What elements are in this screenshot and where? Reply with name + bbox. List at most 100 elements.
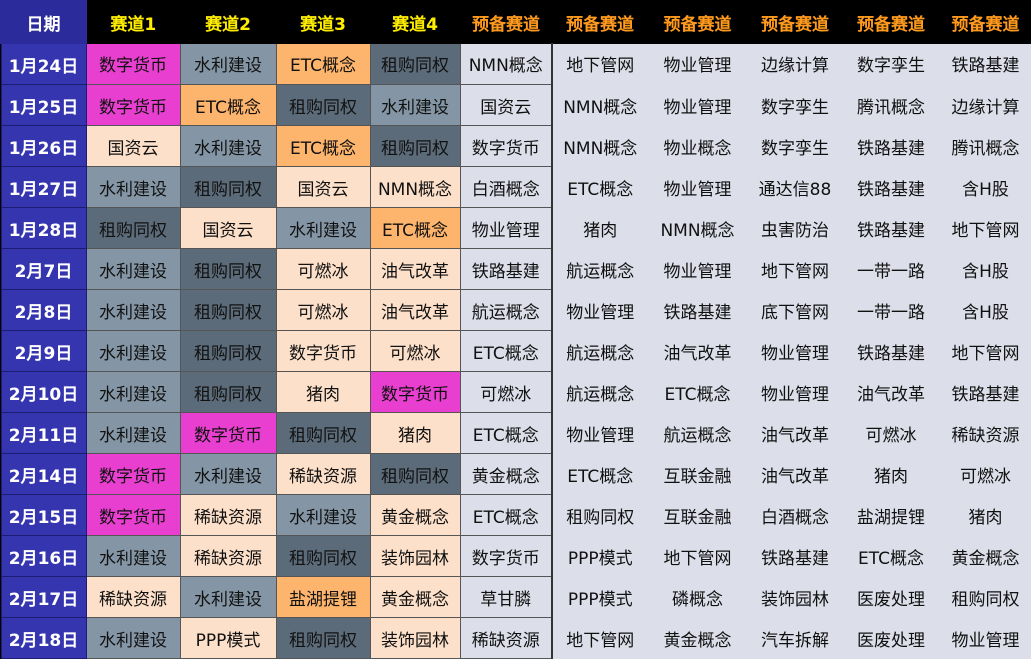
date-cell: 2月14日 bbox=[0, 453, 87, 495]
lane-cell: 国资云 bbox=[179, 207, 277, 249]
lane-cell: 水利建设 bbox=[85, 371, 181, 413]
reserve-cell: 油气改革 bbox=[842, 371, 940, 413]
lane-cell: 数字货币 bbox=[179, 412, 277, 454]
reserve-cell: 互联金融 bbox=[647, 494, 748, 536]
lane-cell: 国资云 bbox=[459, 84, 553, 126]
lane-cell: 物业管理 bbox=[459, 207, 553, 249]
reserve-cell: 含H股 bbox=[938, 248, 1031, 290]
lane-cell: 装饰园林 bbox=[369, 617, 461, 659]
reserve-cell: 航运概念 bbox=[551, 371, 649, 413]
lane-cell: 水利建设 bbox=[179, 576, 277, 618]
lane-cell: ETC概念 bbox=[275, 42, 371, 85]
reserve-cell: 医废处理 bbox=[842, 617, 940, 659]
date-cell: 2月18日 bbox=[0, 617, 87, 659]
lane-cell: 黄金概念 bbox=[369, 494, 461, 536]
reserve-cell: 物业管理 bbox=[647, 248, 748, 290]
reserve-cell: 地下管网 bbox=[746, 248, 844, 290]
lane-cell: 稀缺资源 bbox=[179, 494, 277, 536]
reserve-cell: 腾讯概念 bbox=[938, 125, 1031, 167]
lane-cell: 黄金概念 bbox=[369, 576, 461, 618]
lane-cell: 租购同权 bbox=[179, 166, 277, 208]
lane-cell: 租购同权 bbox=[179, 330, 277, 372]
lane-cell: 数字货币 bbox=[85, 494, 181, 536]
reserve-cell: 盐湖提锂 bbox=[842, 494, 940, 536]
reserve-cell: ETC概念 bbox=[551, 166, 649, 208]
date-cell: 2月8日 bbox=[0, 289, 87, 331]
lane-cell: 数字货币 bbox=[85, 84, 181, 126]
reserve-cell: 地下管网 bbox=[938, 330, 1031, 372]
lane-cell: 稀缺资源 bbox=[275, 453, 371, 495]
date-cell: 2月9日 bbox=[0, 330, 87, 372]
lane-cell: 租购同权 bbox=[85, 207, 181, 249]
reserve-cell: 含H股 bbox=[938, 289, 1031, 331]
lane-cell: 水利建设 bbox=[179, 42, 277, 85]
lane-cell: 铁路基建 bbox=[459, 248, 553, 290]
lane-cell: NMN概念 bbox=[459, 42, 553, 85]
reserve-cell: 油气改革 bbox=[746, 412, 844, 454]
lane-cell: 国资云 bbox=[275, 166, 371, 208]
lane-cell: 租购同权 bbox=[369, 453, 461, 495]
reserve-cell: 可燃冰 bbox=[842, 412, 940, 454]
reserve-cell: 边缘计算 bbox=[746, 42, 844, 85]
table-row: 2月16日 水利建设 稀缺资源 租购同权 装饰园林 数字货币 PPP模式 地下管网 铁路基建 ET… bbox=[0, 535, 1031, 577]
reserve-cell: PPP模式 bbox=[551, 576, 649, 618]
reserve-cell: 一带一路 bbox=[842, 248, 940, 290]
lane-cell: 租购同权 bbox=[275, 412, 371, 454]
reserve-cell: 一带一路 bbox=[842, 289, 940, 331]
lane-cell: 水利建设 bbox=[85, 248, 181, 290]
header-reserve-1: 预备赛道 bbox=[459, 0, 553, 44]
sector-rotation-table: 日期 赛道1 赛道2 赛道3 赛道4 预备赛道 预备赛道 预备赛道 预备赛道 预备赛道 预备赛道 1… bbox=[0, 0, 1031, 659]
header-reserve-5: 预备赛道 bbox=[842, 0, 940, 44]
lane-cell: 数字货币 bbox=[85, 453, 181, 495]
lane-cell: 租购同权 bbox=[275, 84, 371, 126]
date-cell: 1月26日 bbox=[0, 125, 87, 167]
lane-cell: 航运概念 bbox=[459, 289, 553, 331]
reserve-cell: 装饰园林 bbox=[746, 576, 844, 618]
lane-cell: 数字货币 bbox=[85, 42, 181, 85]
table-row: 2月17日 稀缺资源 水利建设 盐湖提锂 黄金概念 草甘膦 PPP模式 磷概念 装饰园林 医废处理… bbox=[0, 576, 1031, 618]
reserve-cell: 物业管理 bbox=[551, 289, 649, 331]
reserve-cell: 虫害防治 bbox=[746, 207, 844, 249]
table-row: 2月18日 水利建设 PPP模式 租购同权 装饰园林 稀缺资源 地下管网 黄金概念 汽车拆解 医废… bbox=[0, 617, 1031, 659]
reserve-cell: 物业管理 bbox=[938, 617, 1031, 659]
date-cell: 2月10日 bbox=[0, 371, 87, 413]
lane-cell: 猪肉 bbox=[275, 371, 371, 413]
lane-cell: 稀缺资源 bbox=[85, 576, 181, 618]
date-cell: 1月28日 bbox=[0, 207, 87, 249]
reserve-cell: 白酒概念 bbox=[746, 494, 844, 536]
lane-cell: ETC概念 bbox=[275, 125, 371, 167]
lane-cell: 租购同权 bbox=[179, 371, 277, 413]
table-row: 1月26日 国资云 水利建设 ETC概念 租购同权 数字货币 NMN概念 物业概念 数字孪生 铁路… bbox=[0, 125, 1031, 167]
table-row: 2月7日 水利建设 租购同权 可燃冰 油气改革 铁路基建 航运概念 物业管理 地下管网 一带一路含… bbox=[0, 248, 1031, 290]
reserve-cell: 通达信88 bbox=[746, 166, 844, 208]
reserve-cell: 铁路基建 bbox=[842, 125, 940, 167]
reserve-cell: ETC概念 bbox=[551, 453, 649, 495]
lane-cell: ETC概念 bbox=[179, 84, 277, 126]
reserve-cell: 铁路基建 bbox=[842, 330, 940, 372]
reserve-cell: 租购同权 bbox=[938, 576, 1031, 618]
reserve-cell: 铁路基建 bbox=[938, 42, 1031, 85]
table-row: 2月11日 水利建设 数字货币 租购同权 猪肉 ETC概念 物业管理 航运概念 油气改革 可燃冰稀… bbox=[0, 412, 1031, 454]
reserve-cell: ETC概念 bbox=[647, 371, 748, 413]
lane-cell: 水利建设 bbox=[179, 125, 277, 167]
lane-cell: 油气改革 bbox=[369, 289, 461, 331]
reserve-cell: 租购同权 bbox=[551, 494, 649, 536]
reserve-cell: 物业管理 bbox=[746, 330, 844, 372]
reserve-cell: 猪肉 bbox=[551, 207, 649, 249]
reserve-cell: 医废处理 bbox=[842, 576, 940, 618]
lane-cell: ETC概念 bbox=[459, 330, 553, 372]
date-cell: 2月17日 bbox=[0, 576, 87, 618]
reserve-cell: 地下管网 bbox=[647, 535, 748, 577]
reserve-cell: 稀缺资源 bbox=[938, 412, 1031, 454]
lane-cell: 水利建设 bbox=[85, 289, 181, 331]
table-row: 2月8日 水利建设 租购同权 可燃冰 油气改革 航运概念 物业管理 铁路基建 底下管网 一带一路含… bbox=[0, 289, 1031, 331]
reserve-cell: 航运概念 bbox=[647, 412, 748, 454]
reserve-cell: 猪肉 bbox=[842, 453, 940, 495]
reserve-cell: 物业管理 bbox=[746, 371, 844, 413]
table-row: 1月25日 数字货币 ETC概念 租购同权 水利建设 国资云 NMN概念 物业管理 数字孪生 腾讯… bbox=[0, 84, 1031, 126]
reserve-cell: 数字孪生 bbox=[746, 84, 844, 126]
lane-cell: ETC概念 bbox=[459, 412, 553, 454]
lane-cell: ETC概念 bbox=[369, 207, 461, 249]
lane-cell: 稀缺资源 bbox=[459, 617, 553, 659]
table-row: 2月14日 数字货币 水利建设 稀缺资源 租购同权 黄金概念 ETC概念 互联金融 油气改革 猪肉… bbox=[0, 453, 1031, 495]
